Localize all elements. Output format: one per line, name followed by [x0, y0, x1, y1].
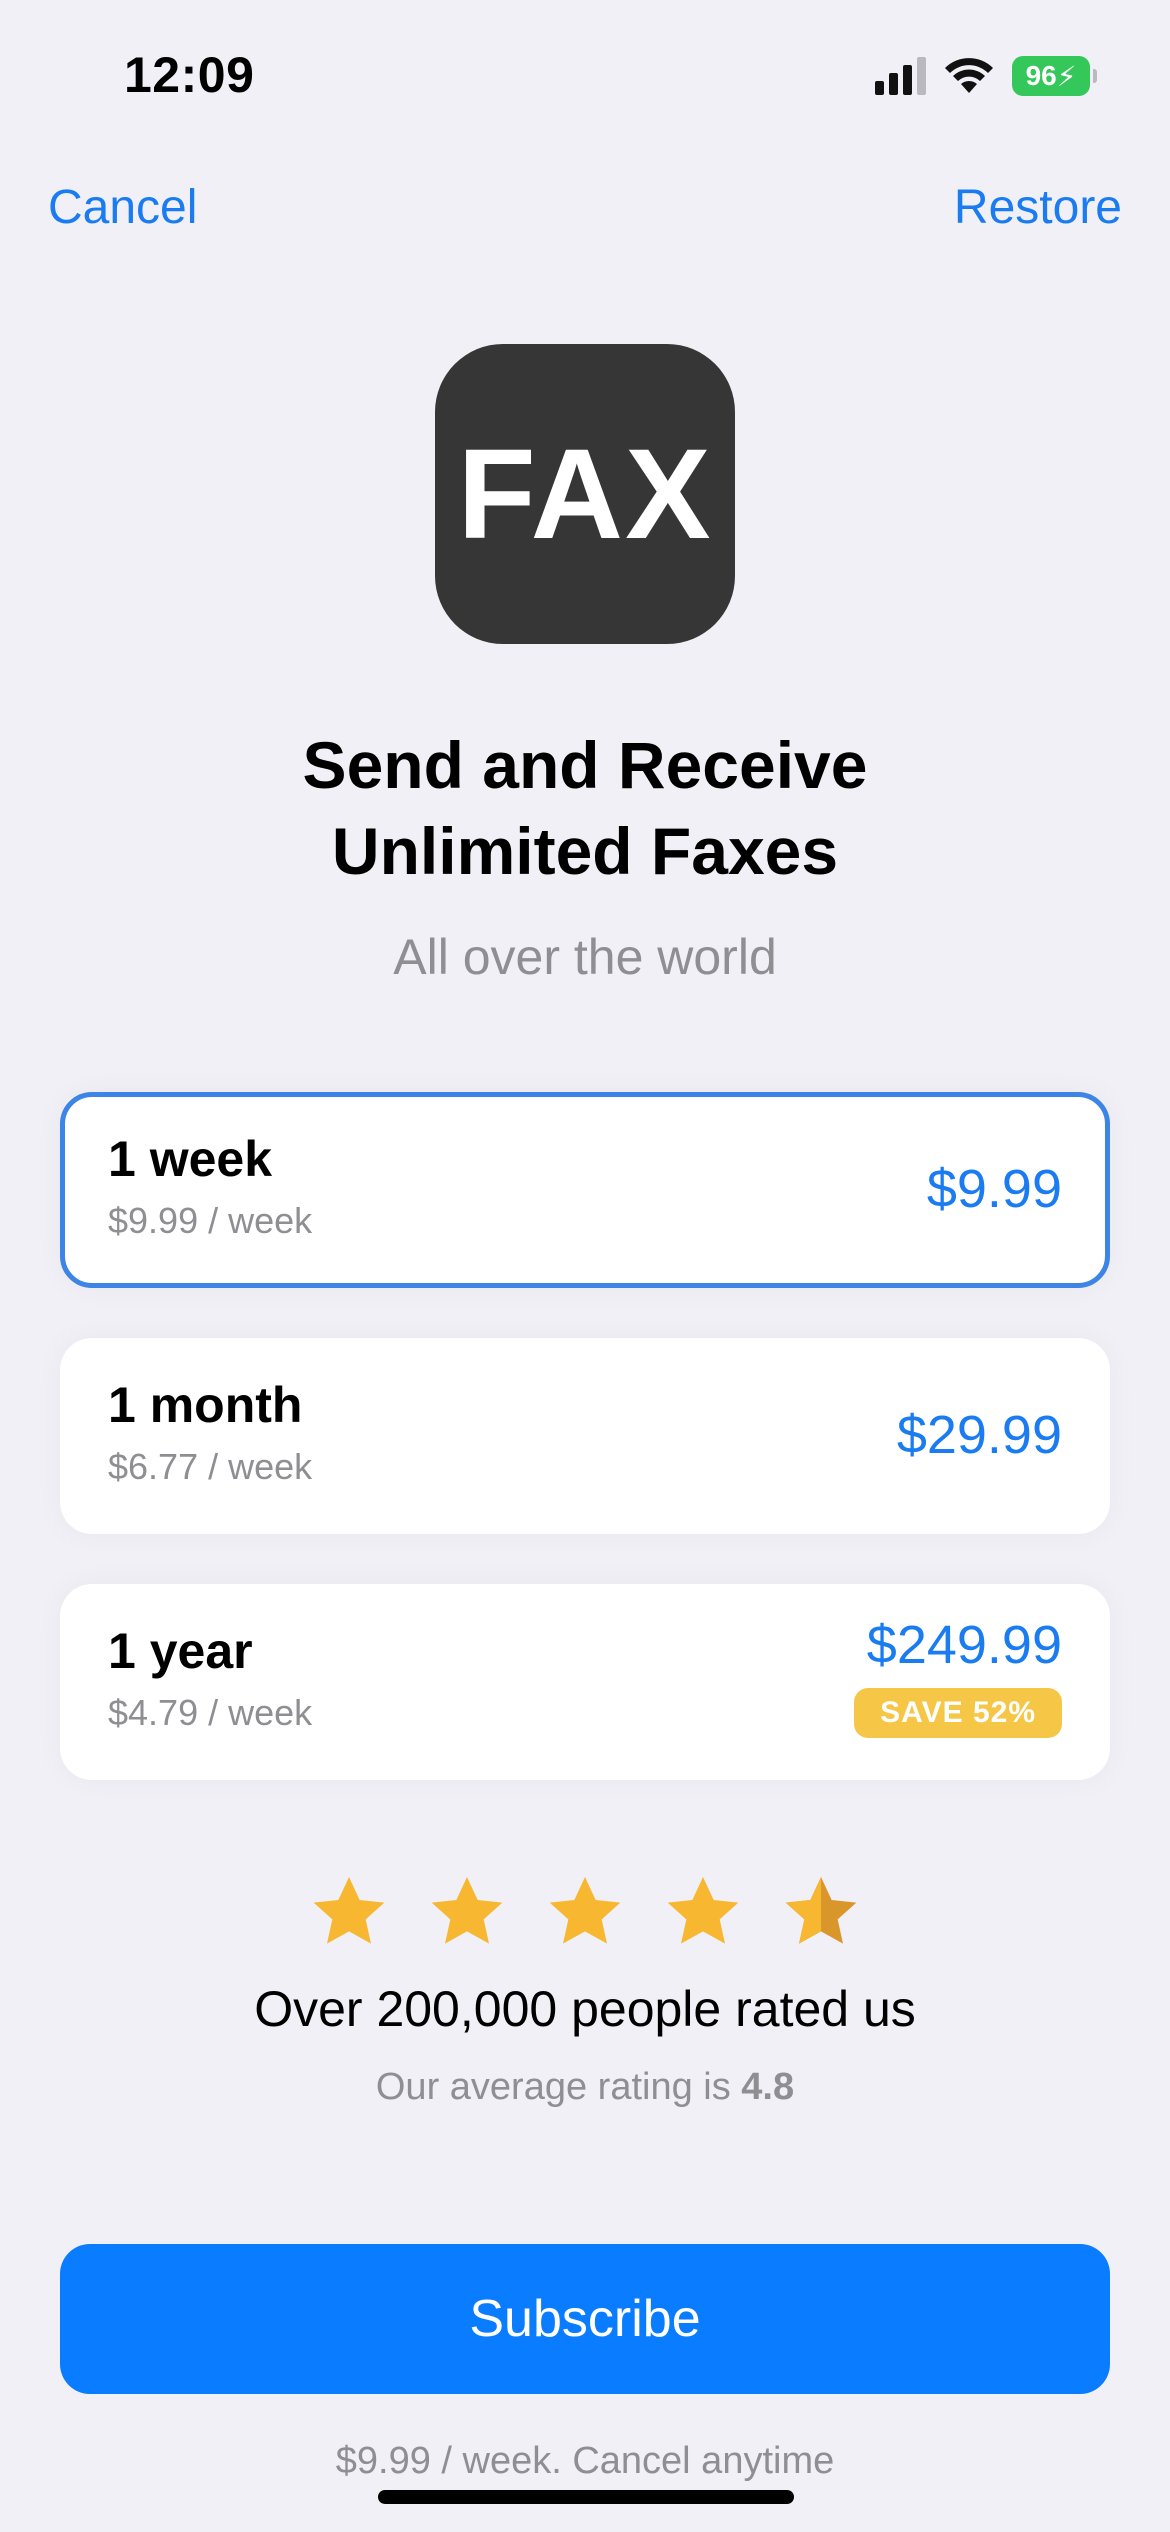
home-indicator: [378, 2490, 794, 2504]
app-icon: FAX: [435, 344, 735, 644]
battery-level: 96: [1025, 60, 1057, 91]
star-icon: [667, 1877, 739, 1944]
headline-line-1: Send and Receive: [302, 728, 868, 802]
cancel-button[interactable]: Cancel: [48, 180, 197, 235]
paywall-screen: 12:09 96 ⚡ Cancel Restore FAX Send and Re…: [0, 0, 1170, 2532]
star-icon: [313, 1877, 385, 1944]
headline-line-2: Unlimited Faxes: [331, 814, 839, 888]
subscription-footnote: $9.99 / week. Cancel anytime: [335, 2440, 835, 2482]
plan-price: $29.99: [896, 1405, 1062, 1465]
plan-per-week: $9.99 / week: [108, 1200, 313, 1241]
average-rating: Our average rating is 4.8: [0, 2066, 1170, 2109]
headline: Send and Receive Unlimited Faxes: [0, 722, 1170, 894]
plan-option-yearly[interactable]: 1 year $4.79 / week $249.99 SAVE 52%: [60, 1584, 1110, 1780]
plan-option-weekly[interactable]: 1 week $9.99 / week $9.99: [60, 1092, 1110, 1288]
wifi-icon: [945, 58, 993, 93]
charging-bolt-icon: ⚡: [1056, 60, 1077, 92]
plan-price: $9.99: [926, 1159, 1062, 1219]
plan-name: 1 month: [108, 1377, 303, 1433]
rating-headline: Over 200,000 people rated us: [254, 1981, 916, 2037]
average-rating-value: 4.8: [741, 2066, 795, 2108]
subscribe-button[interactable]: Subscribe: [60, 2244, 1110, 2394]
plan-per-week: $6.77 / week: [108, 1446, 313, 1487]
star-rating: [0, 1872, 1170, 1952]
plan-price: $249.99: [866, 1615, 1062, 1675]
average-rating-prefix: Our average rating is: [375, 2066, 731, 2108]
plan-per-week: $4.79 / week: [108, 1692, 313, 1733]
plan-name: 1 week: [108, 1131, 273, 1187]
save-badge: SAVE 52%: [854, 1688, 1062, 1738]
star-icon: [549, 1877, 621, 1944]
app-icon-label: FAX: [457, 422, 713, 566]
restore-button[interactable]: Restore: [954, 180, 1122, 235]
plan-option-monthly[interactable]: 1 month $6.77 / week $29.99: [60, 1338, 1110, 1534]
cellular-signal-icon: [875, 57, 926, 95]
subheadline: All over the world: [393, 929, 777, 985]
battery-icon: 96 ⚡: [1012, 56, 1097, 96]
star-icon: [431, 1877, 503, 1944]
plan-name: 1 year: [108, 1623, 253, 1679]
half-star-icon: [785, 1877, 857, 1944]
status-time: 12:09: [124, 47, 255, 103]
status-icons: 96 ⚡: [875, 56, 1097, 96]
